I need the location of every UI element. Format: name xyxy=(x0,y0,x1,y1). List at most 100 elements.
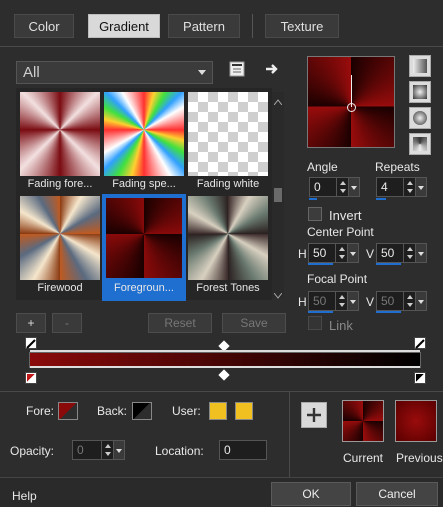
location-label: Location: xyxy=(155,444,204,458)
focal-v-label: V xyxy=(366,295,375,309)
tab-gradient[interactable]: Gradient xyxy=(88,14,160,38)
link-checkbox[interactable] xyxy=(308,316,322,330)
color-stop-left[interactable] xyxy=(25,372,37,384)
ok-button[interactable]: OK xyxy=(271,482,351,506)
repeats-input[interactable]: 4 xyxy=(376,177,427,197)
gradient-thumb-caption: Fading spe... xyxy=(112,178,176,190)
opacity-value: 0 xyxy=(77,443,84,457)
gradient-thumb-caption: Fading white xyxy=(196,178,260,190)
angle-input[interactable]: 0 xyxy=(309,177,360,197)
notes-icon[interactable] xyxy=(229,61,245,77)
opacity-label: Opacity: xyxy=(10,444,55,458)
gradient-thumb-image xyxy=(20,196,100,280)
center-v-label: V xyxy=(366,247,375,261)
tab-pattern[interactable]: Pattern xyxy=(168,14,240,38)
angle-value: 0 xyxy=(314,180,321,194)
repeats-label: Repeats xyxy=(375,160,420,174)
center-v-input[interactable]: 50 xyxy=(376,243,427,263)
opacity-stop-right[interactable] xyxy=(414,337,426,349)
angle-dropdown[interactable] xyxy=(348,177,360,197)
gradient-thumb-firewood[interactable]: Firewood xyxy=(20,196,100,299)
fore-color-swatch[interactable] xyxy=(58,402,78,420)
user-color-swatch-2[interactable] xyxy=(235,402,253,420)
previous-swatch[interactable] xyxy=(395,400,437,442)
focal-h-dropdown[interactable] xyxy=(347,291,359,311)
arrow-right-icon[interactable] xyxy=(264,61,280,77)
gradient-thumb-caption: Fading fore... xyxy=(27,178,93,190)
opacity-spinner[interactable] xyxy=(101,441,113,459)
gradient-thumb-fading-foreground[interactable]: Fading fore... xyxy=(20,92,100,195)
scroll-down-icon[interactable] xyxy=(273,288,283,302)
gradient-thumb-caption: Foregroun... xyxy=(114,282,174,294)
add-gradient-button[interactable]: + xyxy=(16,313,46,333)
gradient-thumb-foreground-background[interactable]: Foregroun... xyxy=(102,194,186,301)
add-to-swatches-button[interactable] xyxy=(301,402,327,428)
focal-v-value: 50 xyxy=(381,294,395,308)
fore-label: Fore: xyxy=(26,404,55,418)
center-handle[interactable] xyxy=(347,103,356,112)
remove-gradient-button[interactable]: - xyxy=(52,313,82,333)
color-midpoint[interactable] xyxy=(218,369,230,381)
center-h-value: 50 xyxy=(313,246,327,260)
repeats-slider-fill xyxy=(376,198,386,200)
scroll-up-icon[interactable] xyxy=(273,94,283,108)
editor-divider xyxy=(0,391,443,392)
center-v-dropdown[interactable] xyxy=(415,243,427,263)
focal-v-dropdown[interactable] xyxy=(415,291,427,311)
back-color-swatch[interactable] xyxy=(132,402,152,420)
color-stop-right[interactable] xyxy=(414,372,426,384)
location-value: 0 xyxy=(224,443,231,457)
focal-h-input[interactable]: 50 xyxy=(308,291,359,311)
opacity-stop-left[interactable] xyxy=(25,337,37,349)
link-label: Link xyxy=(329,318,353,333)
plus-icon xyxy=(307,408,321,422)
focal-v-input[interactable]: 50 xyxy=(376,291,427,311)
gradient-thumb-caption: Forest Tones xyxy=(196,282,260,294)
previous-label: Previous xyxy=(396,451,443,465)
repeats-dropdown[interactable] xyxy=(415,177,427,197)
gradient-thumb-forest-tones[interactable]: Forest Tones xyxy=(188,196,268,299)
gradient-preview[interactable] xyxy=(307,56,395,148)
center-v-slider-fill xyxy=(376,263,401,265)
gradient-thumb-fading-spectrum[interactable]: Fading spe... xyxy=(104,92,184,195)
style-sunburst-button[interactable] xyxy=(409,133,431,155)
gradient-thumb-fading-white[interactable]: Fading white xyxy=(188,92,268,195)
tab-separator xyxy=(252,14,253,38)
center-v-value: 50 xyxy=(381,246,395,260)
repeats-value: 4 xyxy=(381,180,388,194)
opacity-dropdown[interactable] xyxy=(113,440,125,460)
help-link[interactable]: Help xyxy=(12,489,37,503)
current-swatch[interactable] xyxy=(342,400,384,442)
invert-checkbox[interactable] xyxy=(308,207,322,221)
focal-v-spinner[interactable] xyxy=(403,292,415,310)
opacity-input[interactable]: 0 xyxy=(72,440,125,460)
center-h-spinner[interactable] xyxy=(335,244,347,262)
library-scrollbar[interactable] xyxy=(272,92,284,299)
gradient-category-value: All xyxy=(23,64,40,81)
scroll-thumb[interactable] xyxy=(274,188,282,202)
repeats-spinner[interactable] xyxy=(403,178,415,196)
focal-v-slider-fill xyxy=(376,311,401,313)
center-h-input[interactable]: 50 xyxy=(308,243,359,263)
gradient-category-dropdown[interactable]: All xyxy=(16,61,213,84)
current-label: Current xyxy=(343,451,384,465)
color-stop-right-swatch xyxy=(416,374,424,382)
angle-spinner[interactable] xyxy=(336,178,348,196)
tab-color[interactable]: Color xyxy=(14,14,74,38)
save-button[interactable]: Save xyxy=(222,313,286,333)
user-color-swatch[interactable] xyxy=(209,402,227,420)
style-rectangular-button[interactable] xyxy=(409,81,431,103)
location-input[interactable]: 0 xyxy=(219,440,267,460)
style-linear-button[interactable] xyxy=(409,55,431,77)
center-h-dropdown[interactable] xyxy=(347,243,359,263)
linear-style-icon xyxy=(413,59,427,73)
focal-h-spinner[interactable] xyxy=(335,292,347,310)
cancel-button[interactable]: Cancel xyxy=(356,482,438,506)
style-radial-button[interactable] xyxy=(409,107,431,129)
tab-texture[interactable]: Texture xyxy=(265,14,339,38)
center-v-spinner[interactable] xyxy=(403,244,415,262)
gradient-thumb-image xyxy=(188,196,268,280)
reset-button[interactable]: Reset xyxy=(148,313,212,333)
focal-h-slider-fill xyxy=(308,311,333,313)
tab-divider xyxy=(0,46,443,47)
